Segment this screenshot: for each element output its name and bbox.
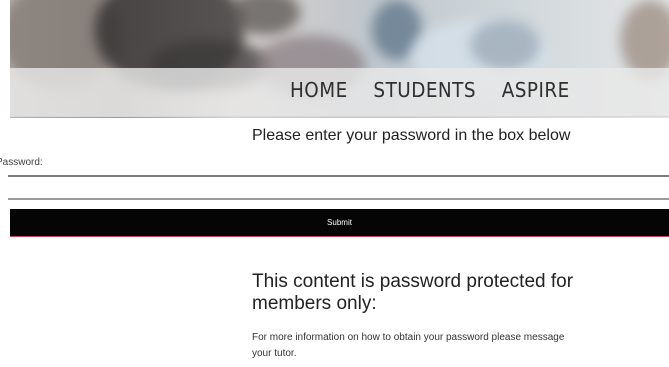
password-input[interactable] <box>8 175 669 200</box>
password-heading: Please enter your password in the box be… <box>252 127 571 144</box>
nav-item-aspire[interactable]: ASPIRE <box>502 78 570 102</box>
page: HOME STUDENTS ASPIRE Please enter your p… <box>0 0 669 367</box>
photo-blur-shape <box>470 20 540 70</box>
protected-content-title: This content is password protected for m… <box>252 271 574 314</box>
submit-button[interactable]: Submit <box>10 209 669 237</box>
page-edge <box>0 0 10 118</box>
password-label: Password: <box>0 157 43 168</box>
main-nav: HOME STUDENTS ASPIRE <box>290 78 570 102</box>
nav-item-home[interactable]: HOME <box>290 78 348 102</box>
nav-item-students[interactable]: STUDENTS <box>373 78 476 102</box>
protected-content-message: For more information on how to obtain yo… <box>252 332 565 359</box>
